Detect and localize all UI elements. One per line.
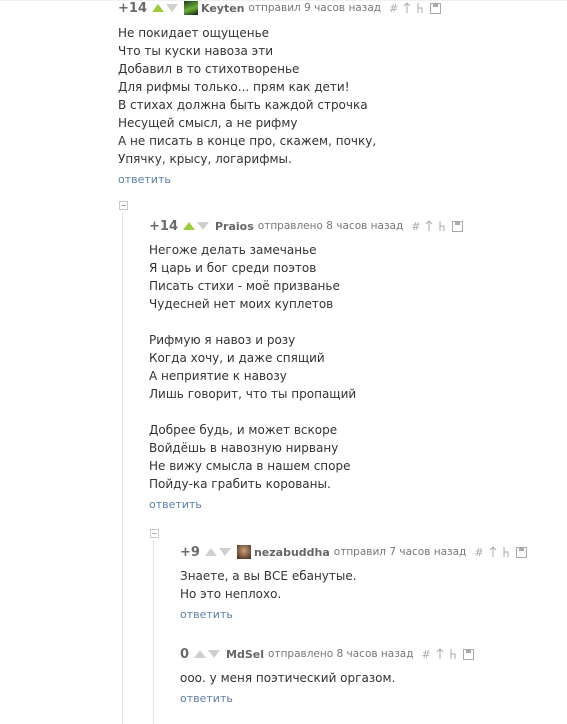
comment-line: Негоже делать замечанье bbox=[149, 243, 317, 257]
comment: +9 nezabuddha отправил 7 часов назад # З… bbox=[180, 544, 527, 622]
comment-rating: +9 bbox=[180, 544, 200, 560]
comment-line: Знаете, а вы ВСЕ ебанутые. bbox=[180, 569, 357, 583]
comment: +14 Praios отправлено 8 часов назад # Не… bbox=[149, 218, 464, 512]
thread-line bbox=[153, 540, 154, 724]
branch-icon[interactable] bbox=[438, 220, 447, 232]
comment-line bbox=[149, 403, 463, 421]
comment-line: А не писать в конце про, скажем, почку, bbox=[118, 134, 377, 148]
comment-tools: # bbox=[474, 546, 527, 559]
comment-meta: отправлено 8 часов назад bbox=[268, 648, 414, 660]
downvote-icon[interactable] bbox=[196, 222, 209, 230]
collapse-toggle[interactable] bbox=[150, 529, 159, 538]
collapse-toggle[interactable] bbox=[119, 201, 128, 210]
downvote-icon[interactable] bbox=[208, 650, 221, 658]
comment-line: Но это неплохо. bbox=[180, 587, 282, 601]
pin-icon[interactable] bbox=[403, 2, 411, 14]
comment-line: Рифмую я навоз и розу bbox=[149, 333, 296, 347]
reply-link[interactable]: ответить bbox=[149, 498, 202, 511]
comment-header: +14 Keyten отправил 9 часов назад # bbox=[118, 0, 442, 16]
avatar[interactable] bbox=[236, 545, 251, 559]
comment-author[interactable]: Praios bbox=[215, 220, 254, 233]
comment-line: Чудесней нет моих куплетов bbox=[149, 297, 334, 311]
comment-tools: # bbox=[411, 220, 464, 233]
comment: 0 MdSel отправлено 8 часов назад # ооо. … bbox=[180, 646, 474, 706]
comment-line: Лишь говорит, что ты пропащий bbox=[149, 387, 357, 401]
comment-line: Добавил в то стихотворенье bbox=[118, 62, 300, 76]
reply-link[interactable]: ответить bbox=[180, 608, 233, 621]
upvote-icon[interactable] bbox=[182, 222, 195, 230]
branch-icon[interactable] bbox=[502, 546, 511, 558]
comment-line: Добрее будь, и может вскоре bbox=[149, 423, 338, 437]
comment: +14 Keyten отправил 9 часов назад # Не п… bbox=[118, 0, 442, 187]
hash-icon[interactable]: # bbox=[411, 220, 420, 233]
reply-link[interactable]: ответить bbox=[180, 692, 233, 705]
comment-line: Когда хочу, и даже спящий bbox=[149, 351, 325, 365]
comment-author[interactable]: nezabuddha bbox=[254, 546, 330, 559]
branch-icon[interactable] bbox=[416, 2, 425, 14]
pin-icon[interactable] bbox=[425, 220, 433, 232]
comment-rating: +14 bbox=[149, 218, 178, 234]
comment-line: Не вижу смысла в нашем споре bbox=[149, 459, 351, 473]
comment-line: А неприятие к навозу bbox=[149, 369, 287, 383]
hash-icon[interactable]: # bbox=[474, 546, 483, 559]
save-icon[interactable] bbox=[430, 2, 442, 14]
comment-text: Знаете, а вы ВСЕ ебанутые. Но это неплох… bbox=[180, 567, 527, 603]
comment-line: Что ты куски навоза эти bbox=[118, 44, 273, 58]
hash-icon[interactable]: # bbox=[421, 648, 430, 661]
comment-rating: +14 bbox=[118, 0, 147, 16]
downvote-icon[interactable] bbox=[218, 548, 231, 556]
thread-line bbox=[122, 212, 123, 724]
upvote-icon[interactable] bbox=[151, 4, 164, 12]
avatar[interactable] bbox=[183, 1, 198, 15]
comment-line: Пойду-ка грабить корованы. bbox=[149, 477, 331, 491]
comment-text: Не покидает ощущенье Что ты куски навоза… bbox=[118, 24, 441, 168]
comment-text: ооо. у меня поэтический оргазом. bbox=[180, 669, 474, 687]
comment-line bbox=[149, 313, 463, 331]
comment-line: ооо. у меня поэтический оргазом. bbox=[180, 671, 396, 685]
comment-line: Писать стихи - моё призванье bbox=[149, 279, 340, 293]
comment-line: Для рифмы только... прям как дети! bbox=[118, 80, 350, 94]
pin-icon[interactable] bbox=[489, 546, 497, 558]
save-icon[interactable] bbox=[462, 648, 474, 660]
comment-line: Я царь и бог среди поэтов bbox=[149, 261, 317, 275]
comment-author[interactable]: MdSel bbox=[226, 648, 264, 661]
comment-text: Негоже делать замечанье Я царь и бог сре… bbox=[149, 241, 463, 493]
downvote-icon[interactable] bbox=[165, 4, 178, 12]
comment-line: Несущей смысл, а не рифму bbox=[118, 116, 298, 130]
comment-author[interactable]: Keyten bbox=[201, 2, 245, 15]
comment-tools: # bbox=[389, 2, 442, 15]
pin-icon[interactable] bbox=[436, 648, 444, 660]
comment-line: Войдёшь в навозную нирвану bbox=[149, 441, 339, 455]
comment-header: 0 MdSel отправлено 8 часов назад # bbox=[180, 646, 474, 662]
comment-tools: # bbox=[421, 648, 474, 661]
comment-header: +14 Praios отправлено 8 часов назад # bbox=[149, 218, 464, 234]
comment-meta: отправил 9 часов назад bbox=[248, 2, 382, 14]
comment-meta: отправлено 8 часов назад bbox=[257, 220, 404, 232]
comment-line: Упячку, крысу, логарифмы. bbox=[118, 152, 292, 166]
comment-line: Не покидает ощущенье bbox=[118, 26, 270, 40]
comment-line: В стихах должна быть каждой строчка bbox=[118, 98, 368, 112]
branch-icon[interactable] bbox=[449, 648, 458, 660]
comment-header: +9 nezabuddha отправил 7 часов назад # bbox=[180, 544, 527, 560]
save-icon[interactable] bbox=[452, 220, 464, 232]
upvote-icon[interactable] bbox=[194, 650, 207, 658]
comment-rating: 0 bbox=[180, 646, 190, 662]
hash-icon[interactable]: # bbox=[389, 2, 398, 15]
save-icon[interactable] bbox=[515, 546, 527, 558]
reply-link[interactable]: ответить bbox=[118, 173, 171, 186]
upvote-icon[interactable] bbox=[204, 548, 217, 556]
comment-meta: отправил 7 часов назад bbox=[333, 546, 467, 558]
